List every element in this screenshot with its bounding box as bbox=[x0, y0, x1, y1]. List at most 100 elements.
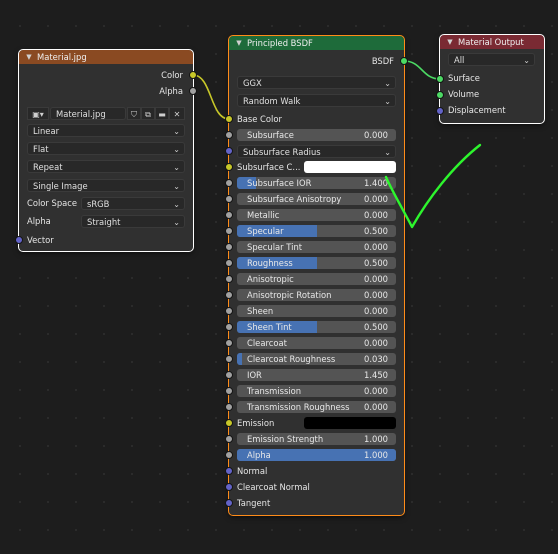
field-transmission-roughness[interactable]: Transmission Roughness 0.000 bbox=[237, 401, 396, 413]
base-color-label: Base Color bbox=[237, 114, 282, 124]
collapse-chevron-icon[interactable]: ▼ bbox=[446, 35, 454, 49]
field-roughness[interactable]: Roughness 0.500 bbox=[237, 257, 396, 269]
input-socket-clearcoat-roughness[interactable] bbox=[225, 355, 233, 363]
input-socket-anisotropic[interactable] bbox=[225, 275, 233, 283]
field-clearcoat[interactable]: Clearcoat 0.000 bbox=[237, 337, 396, 349]
input-socket-subsurface-ior[interactable] bbox=[225, 179, 233, 187]
alpha-field[interactable]: Alpha 1.000 bbox=[237, 449, 396, 461]
emission-color-swatch[interactable] bbox=[304, 417, 396, 429]
field-value: 0.030 bbox=[364, 354, 388, 364]
input-socket-specular-tint[interactable] bbox=[225, 243, 233, 251]
input-subsurface-color-socket[interactable] bbox=[225, 163, 233, 171]
input-tangent-socket[interactable] bbox=[225, 499, 233, 507]
field-specular[interactable]: Specular 0.500 bbox=[237, 225, 396, 237]
input-socket-anisotropic-rotation[interactable] bbox=[225, 291, 233, 299]
link-bsdf-to-surface bbox=[403, 60, 441, 80]
input-socket-clearcoat[interactable] bbox=[225, 339, 233, 347]
input-vector-socket[interactable] bbox=[15, 236, 23, 244]
input-subsurface-radius-socket[interactable] bbox=[225, 147, 233, 155]
image-name-field[interactable]: Material.jpg bbox=[50, 107, 126, 120]
volume-label: Volume bbox=[448, 89, 480, 99]
input-socket-sheen-tint[interactable] bbox=[225, 323, 233, 331]
bsdf-node-title: Principled BSDF bbox=[247, 38, 313, 48]
field-clearcoat-roughness[interactable]: Clearcoat Roughness 0.030 bbox=[237, 353, 396, 365]
color-space-dropdown[interactable]: sRGB ⌄ bbox=[81, 197, 185, 210]
extension-dropdown[interactable]: Repeat ⌄ bbox=[27, 160, 185, 173]
field-sheen-tint[interactable]: Sheen Tint 0.500 bbox=[237, 321, 396, 333]
interpolation-dropdown[interactable]: Linear ⌄ bbox=[27, 124, 185, 137]
input-socket-transmission[interactable] bbox=[225, 387, 233, 395]
field-anisotropic-rotation[interactable]: Anisotropic Rotation 0.000 bbox=[237, 289, 396, 301]
distribution-dropdown[interactable]: GGX ⌄ bbox=[237, 76, 396, 89]
target-dropdown[interactable]: All ⌄ bbox=[448, 53, 535, 66]
image-browse-button[interactable]: ▣▾ bbox=[27, 107, 49, 120]
projection-dropdown[interactable]: Flat ⌄ bbox=[27, 142, 185, 155]
subsurface-radius-dropdown[interactable]: Subsurface Radius ⌄ bbox=[237, 145, 396, 158]
input-volume-socket[interactable] bbox=[436, 91, 444, 99]
field-value: 1.000 bbox=[364, 434, 388, 444]
chevron-down-icon: ⌄ bbox=[384, 97, 391, 106]
source-dropdown[interactable]: Single Image ⌄ bbox=[27, 179, 185, 192]
field-name: Subsurface Anisotropy bbox=[247, 194, 342, 204]
field-transmission[interactable]: Transmission 0.000 bbox=[237, 385, 396, 397]
field-subsurface-ior[interactable]: Subsurface IOR 1.400 bbox=[237, 177, 396, 189]
field-specular-tint[interactable]: Specular Tint 0.000 bbox=[237, 241, 396, 253]
chevron-down-icon: ⌄ bbox=[523, 56, 530, 65]
input-socket-metallic[interactable] bbox=[225, 211, 233, 219]
input-emission-strength-socket[interactable] bbox=[225, 435, 233, 443]
output-alpha-label: Alpha bbox=[159, 86, 183, 96]
collapse-chevron-icon[interactable]: ▼ bbox=[235, 36, 243, 50]
output-alpha-socket[interactable] bbox=[189, 87, 197, 95]
field-name: Transmission bbox=[247, 386, 302, 396]
field-name: Anisotropic bbox=[247, 274, 294, 284]
image-node-header[interactable]: ▼ Material.jpg bbox=[19, 50, 193, 64]
field-name: Clearcoat Roughness bbox=[247, 354, 336, 364]
input-emission-socket[interactable] bbox=[225, 419, 233, 427]
field-sheen[interactable]: Sheen 0.000 bbox=[237, 305, 396, 317]
input-socket-roughness[interactable] bbox=[225, 259, 233, 267]
emission-label: Emission bbox=[237, 418, 275, 428]
input-socket-transmission-roughness[interactable] bbox=[225, 403, 233, 411]
input-socket-sheen[interactable] bbox=[225, 307, 233, 315]
output-color-label: Color bbox=[161, 70, 183, 80]
collapse-chevron-icon[interactable]: ▼ bbox=[25, 50, 33, 64]
field-value: 0.000 bbox=[364, 386, 388, 396]
input-socket-ior[interactable] bbox=[225, 371, 233, 379]
bsdf-node-header[interactable]: ▼ Principled BSDF bbox=[229, 36, 404, 50]
image-texture-node[interactable]: ▼ Material.jpg Color Alpha ▣▾ Material.j… bbox=[18, 49, 194, 252]
fake-user-button[interactable]: ⛉ bbox=[127, 107, 141, 120]
input-clearcoat-normal-socket[interactable] bbox=[225, 483, 233, 491]
subsurface-method-dropdown[interactable]: Random Walk ⌄ bbox=[237, 94, 396, 107]
output-node-header[interactable]: ▼ Material Output bbox=[440, 35, 544, 49]
input-subsurface-socket[interactable] bbox=[225, 131, 233, 139]
field-value: 0.500 bbox=[364, 322, 388, 332]
subsurface-field[interactable]: Subsurface 0.000 bbox=[237, 129, 396, 141]
field-name: Subsurface IOR bbox=[247, 178, 312, 188]
unlink-image-button[interactable]: ✕ bbox=[169, 107, 185, 120]
alpha-mode-dropdown[interactable]: Straight ⌄ bbox=[81, 215, 185, 228]
material-output-node[interactable]: ▼ Material Output All ⌄ Surface Volume Di… bbox=[439, 34, 545, 124]
check-mark-annotation bbox=[384, 143, 482, 229]
duplicate-image-button[interactable]: ⧉ bbox=[141, 107, 155, 120]
chevron-down-icon: ⌄ bbox=[173, 200, 180, 209]
field-ior[interactable]: IOR 1.450 bbox=[237, 369, 396, 381]
input-displacement-socket[interactable] bbox=[436, 107, 444, 115]
principled-bsdf-node[interactable]: ▼ Principled BSDF BSDF GGX ⌄ Random Walk ⌄… bbox=[228, 35, 405, 516]
field-subsurface-anisotropy[interactable]: Subsurface Anisotropy 0.000 bbox=[237, 193, 396, 205]
field-name: Metallic bbox=[247, 210, 280, 220]
image-name-text: Material.jpg bbox=[56, 109, 106, 119]
input-surface-socket[interactable] bbox=[436, 75, 444, 83]
open-image-button[interactable]: ▬ bbox=[155, 107, 169, 120]
input-base-color-socket[interactable] bbox=[225, 115, 233, 123]
output-color-socket[interactable] bbox=[189, 71, 197, 79]
emission-strength-field[interactable]: Emission Strength 1.000 bbox=[237, 433, 396, 445]
field-metallic[interactable]: Metallic 0.000 bbox=[237, 209, 396, 221]
chevron-down-icon: ⌄ bbox=[173, 182, 180, 191]
field-anisotropic[interactable]: Anisotropic 0.000 bbox=[237, 273, 396, 285]
input-socket-subsurface-anisotropy[interactable] bbox=[225, 195, 233, 203]
input-alpha-socket[interactable] bbox=[225, 451, 233, 459]
input-normal-socket[interactable] bbox=[225, 467, 233, 475]
field-value: 0.500 bbox=[364, 258, 388, 268]
output-bsdf-socket[interactable] bbox=[400, 57, 408, 65]
input-socket-specular[interactable] bbox=[225, 227, 233, 235]
